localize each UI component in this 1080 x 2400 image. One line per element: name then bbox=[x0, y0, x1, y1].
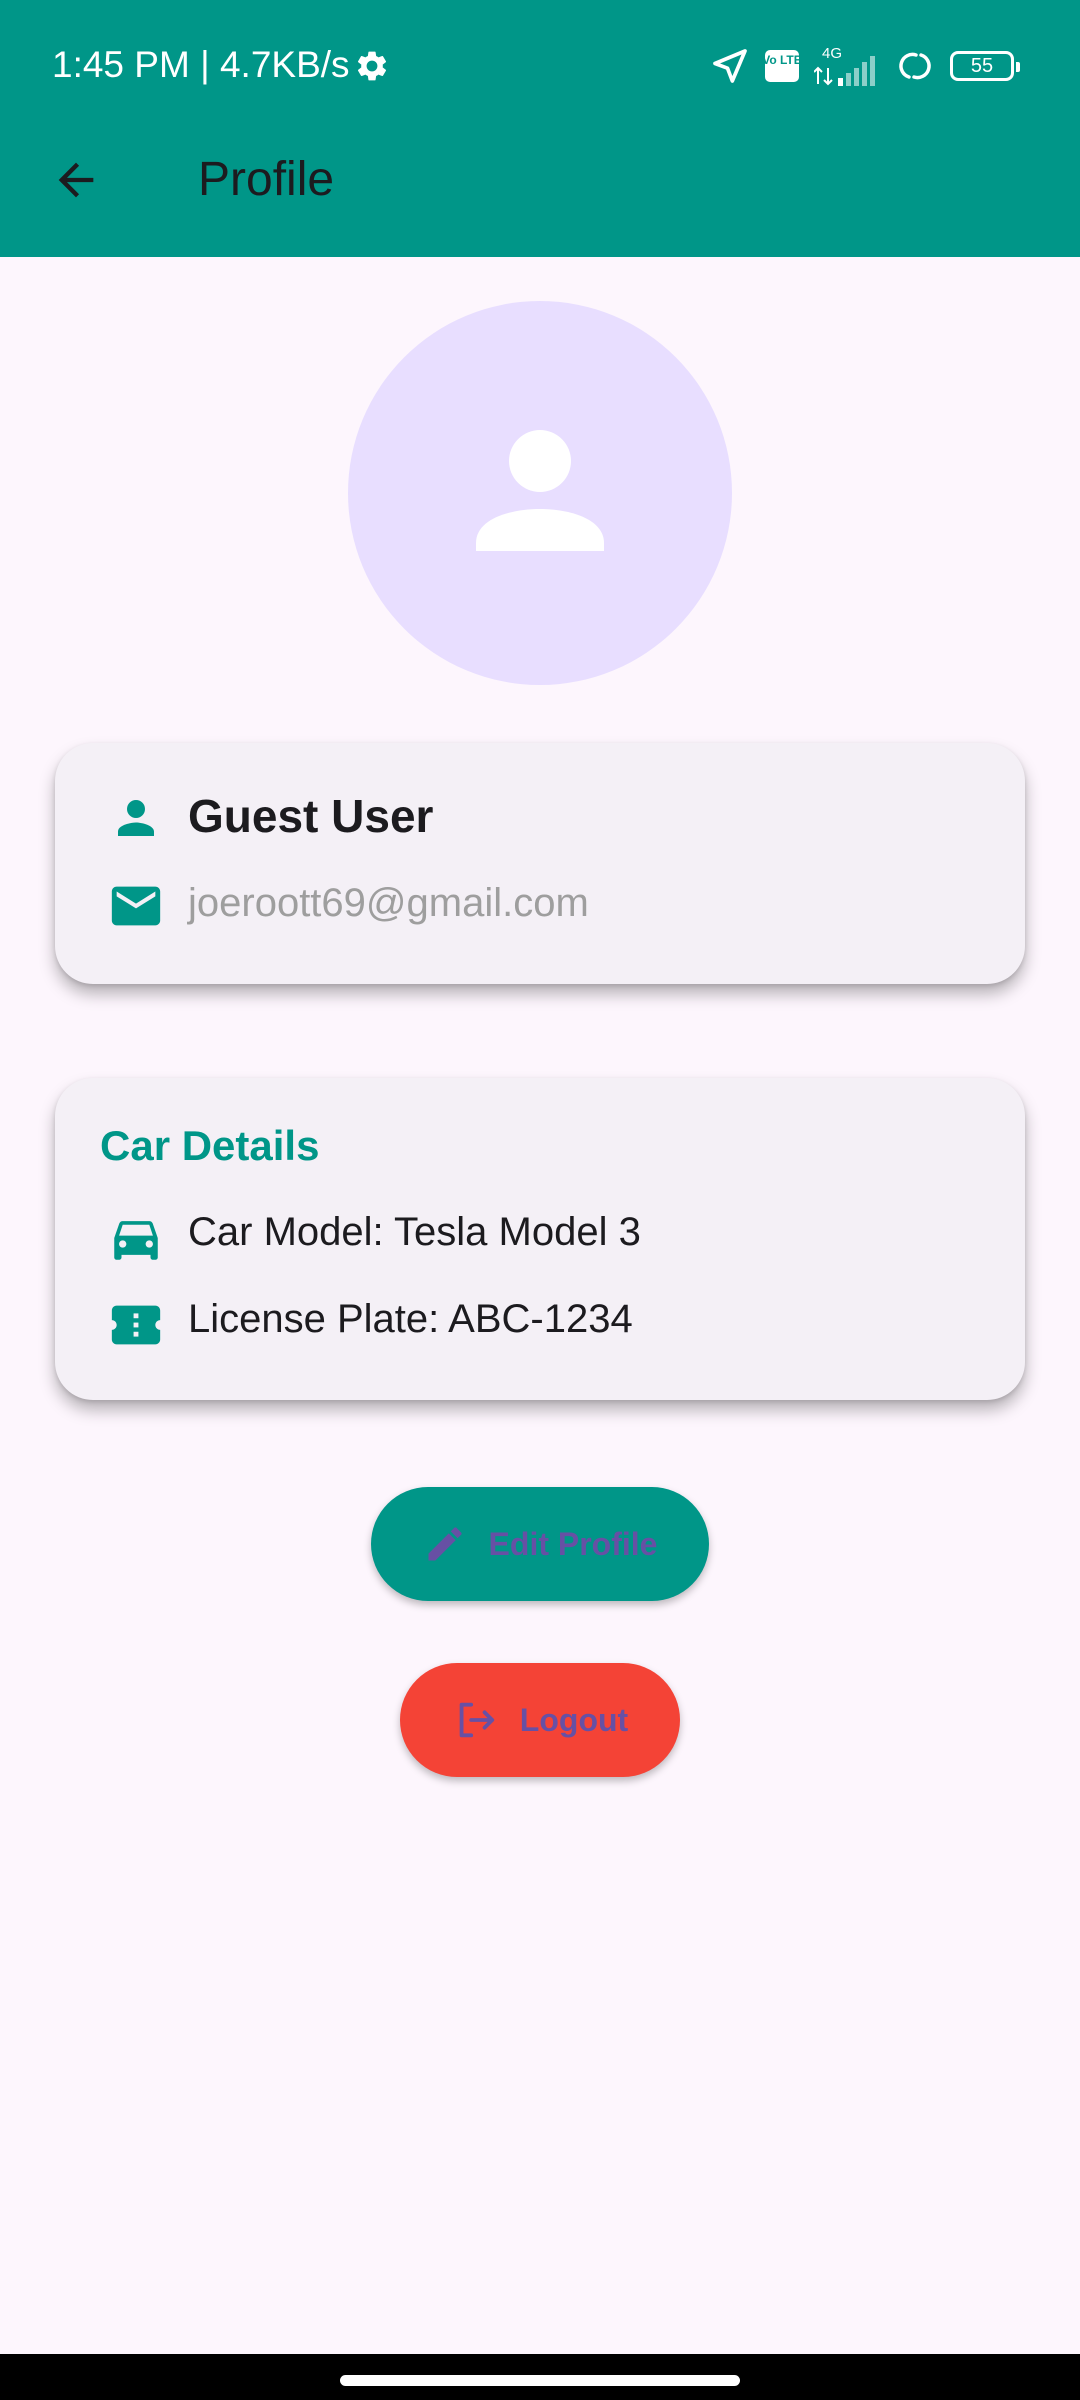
person-icon bbox=[118, 800, 154, 836]
signal-strength-icon: 4G bbox=[814, 45, 875, 86]
car-row-icon bbox=[103, 1205, 169, 1271]
user-email: joeroott69@gmail.com bbox=[188, 881, 589, 925]
car-icon bbox=[114, 1221, 158, 1260]
car-model: Car Model: Tesla Model 3 bbox=[188, 1210, 641, 1254]
status-time: 1:45 PM | 4.7KB/s bbox=[52, 44, 350, 85]
email-row-icon bbox=[103, 873, 169, 939]
arrow-back-icon bbox=[58, 162, 94, 198]
name-row-icon bbox=[103, 785, 169, 851]
status-bar: 1:45 PM | 4.7KB/s Vo LTE 4G 55 bbox=[0, 0, 1080, 132]
link-sync-icon bbox=[899, 52, 931, 80]
volte-label: Vo LTE bbox=[764, 53, 800, 67]
battery-level: 55 bbox=[970, 55, 994, 77]
car-details-title: Car Details bbox=[100, 1122, 320, 1169]
volte-icon: Vo LTE bbox=[764, 50, 800, 82]
logout-label: Logout bbox=[519, 1701, 629, 1738]
settings-gear-icon bbox=[357, 51, 387, 81]
app-bar: 1:45 PM | 4.7KB/s Vo LTE 4G 55 Profile bbox=[0, 0, 1080, 257]
license-plate: License Plate: ABC-1234 bbox=[188, 1297, 633, 1341]
back-button[interactable] bbox=[40, 144, 112, 216]
battery-icon: 55 bbox=[950, 51, 1020, 81]
user-name: Guest User bbox=[188, 790, 434, 842]
pencil-icon bbox=[428, 1527, 462, 1561]
car-details-card: Car Details Car Model: Tesla Model 3 Lic… bbox=[55, 1078, 1025, 1400]
avatar bbox=[348, 301, 732, 685]
logout-button[interactable]: Logout bbox=[400, 1663, 680, 1777]
edit-profile-label: Edit Profile bbox=[488, 1525, 658, 1562]
location-arrow-icon bbox=[713, 49, 747, 83]
home-gesture-handle[interactable] bbox=[340, 2375, 740, 2386]
status-icons: Vo LTE 4G 55 bbox=[710, 44, 1022, 88]
person-icon bbox=[476, 430, 604, 551]
user-info-card: Guest User joeroott69@gmail.com bbox=[55, 743, 1025, 984]
network-type-label: 4G bbox=[822, 45, 842, 62]
mail-icon bbox=[111, 886, 161, 926]
ticket-icon bbox=[111, 1305, 161, 1345]
edit-profile-button[interactable]: Edit Profile bbox=[371, 1487, 709, 1601]
system-nav-bar bbox=[0, 2354, 1080, 2400]
logout-icon bbox=[459, 1702, 494, 1738]
plate-row-icon bbox=[103, 1292, 169, 1358]
page-title: Profile bbox=[198, 153, 335, 206]
